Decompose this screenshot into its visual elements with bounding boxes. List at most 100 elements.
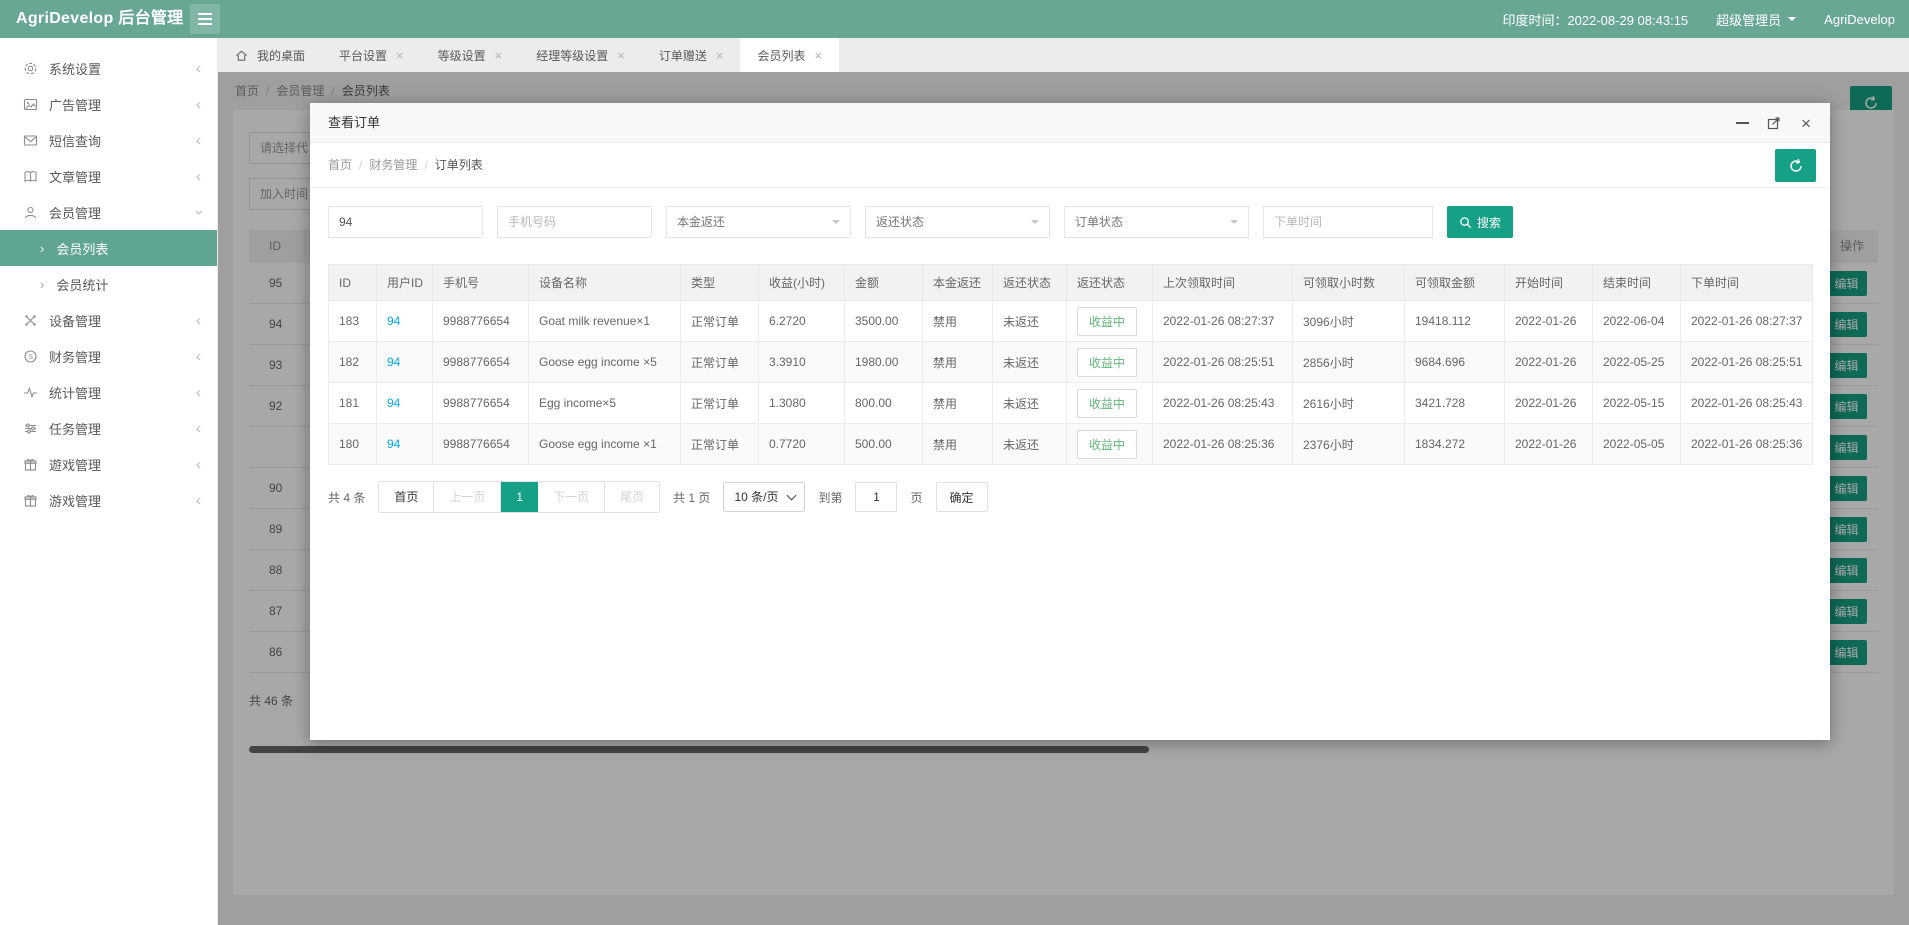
- prev-page-button[interactable]: 上一页: [434, 482, 501, 512]
- user-id-link[interactable]: 94: [387, 396, 400, 410]
- user-id-link[interactable]: 94: [387, 314, 400, 328]
- tab-close-icon[interactable]: ×: [495, 48, 503, 63]
- maximize-button[interactable]: [1766, 115, 1782, 131]
- per-page-select[interactable]: 10 条/页: [723, 482, 805, 512]
- server-time: 印度时间：2022-08-29 08:43:15: [1502, 10, 1688, 29]
- cell-amount: 1980.00: [845, 342, 923, 383]
- sidebar-item-article-management[interactable]: 文章管理 ‹: [0, 158, 217, 194]
- user-id-input[interactable]: [328, 206, 483, 238]
- tab-platform-settings[interactable]: 平台设置 ×: [322, 38, 421, 72]
- search-icon: [1459, 216, 1472, 229]
- status-button[interactable]: 收益中: [1077, 389, 1137, 418]
- col-device: 设备名称: [529, 265, 681, 301]
- confirm-button[interactable]: 确定: [936, 482, 988, 512]
- coin-icon: S: [22, 348, 38, 364]
- order-time-input[interactable]: [1263, 206, 1433, 238]
- col-last-claim: 上次领取时间: [1153, 265, 1293, 301]
- cell-id: 181: [329, 383, 377, 424]
- cell-amount: 3500.00: [845, 301, 923, 342]
- breadcrumb-home[interactable]: 首页: [328, 158, 352, 172]
- col-phone: 手机号: [433, 265, 529, 301]
- cell-return-status: 未返还: [993, 383, 1067, 424]
- cell-principal: 禁用: [923, 424, 993, 465]
- chevron-right-icon: ›: [40, 277, 44, 292]
- gift-icon: [22, 456, 38, 472]
- user-icon: [22, 204, 38, 220]
- user-id-link[interactable]: 94: [387, 355, 400, 369]
- admin-role-dropdown[interactable]: 超级管理员: [1716, 10, 1796, 29]
- sidebar-item-member-management[interactable]: 会员管理 ‹: [0, 194, 217, 230]
- sidebar-item-ads-management[interactable]: 广告管理 ‹: [0, 86, 217, 122]
- cell-last-claim: 2022-01-26 08:25:43: [1153, 383, 1293, 424]
- sidebar-item-task-management[interactable]: 任务管理 ‹: [0, 410, 217, 446]
- cell-type: 正常订单: [681, 342, 759, 383]
- refresh-button[interactable]: [1775, 149, 1816, 182]
- principal-return-select[interactable]: 本金返还: [666, 206, 851, 238]
- cell-end: 2022-05-15: [1593, 383, 1681, 424]
- order-modal: 查看订单 × 首页/财务管理/订单列表: [310, 103, 1830, 740]
- sliders-icon: [22, 420, 38, 436]
- cell-return-status: 未返还: [993, 301, 1067, 342]
- cell-end: 2022-05-05: [1593, 424, 1681, 465]
- sidebar-item-member-list[interactable]: › 会员列表: [0, 230, 217, 266]
- pulse-icon: [22, 384, 38, 400]
- close-icon: ×: [1801, 115, 1811, 132]
- cell-id: 182: [329, 342, 377, 383]
- next-page-button[interactable]: 下一页: [538, 482, 605, 512]
- cell-principal: 禁用: [923, 301, 993, 342]
- col-income: 收益(小时): [759, 265, 845, 301]
- sidebar-item-game-management-1[interactable]: 遊戏管理 ‹: [0, 446, 217, 482]
- col-end: 结束时间: [1593, 265, 1681, 301]
- tab-member-list[interactable]: 会员列表 ×: [740, 38, 839, 72]
- chevron-left-icon: ‹: [196, 421, 201, 436]
- sidebar-item-statistics-management[interactable]: 统计管理 ‹: [0, 374, 217, 410]
- cell-claimable-amount: 9684.696: [1405, 342, 1505, 383]
- status-button[interactable]: 收益中: [1077, 430, 1137, 459]
- col-order-time: 下单时间: [1681, 265, 1813, 301]
- order-status-select[interactable]: 订单状态: [1064, 206, 1249, 238]
- caret-down-icon: [1788, 17, 1796, 25]
- user-id-link[interactable]: 94: [387, 437, 400, 451]
- chevron-right-icon: ›: [40, 241, 44, 256]
- sidebar-item-system-settings[interactable]: 系统设置 ‹: [0, 50, 217, 86]
- sidebar-item-member-stats[interactable]: › 会员统计: [0, 266, 217, 302]
- sidebar-item-sms-query[interactable]: 短信查询 ‹: [0, 122, 217, 158]
- cell-phone: 9988776654: [433, 301, 529, 342]
- last-page-button[interactable]: 尾页: [605, 482, 659, 512]
- svg-text:S: S: [27, 352, 32, 361]
- tab-desktop[interactable]: 我的桌面: [218, 38, 322, 72]
- cell-return-status: 未返还: [993, 424, 1067, 465]
- sidebar-item-device-management[interactable]: 设备管理 ‹: [0, 302, 217, 338]
- tab-manager-level-settings[interactable]: 经理等级设置 ×: [519, 38, 642, 72]
- tab-level-settings[interactable]: 等级设置 ×: [421, 38, 520, 72]
- chevron-left-icon: ‹: [196, 349, 201, 364]
- tab-close-icon[interactable]: ×: [814, 48, 822, 63]
- minimize-button[interactable]: [1734, 115, 1750, 131]
- goto-page-input[interactable]: [855, 482, 897, 512]
- return-status-select[interactable]: 返还状态: [865, 206, 1050, 238]
- sidebar-toggle-button[interactable]: [190, 4, 220, 34]
- breadcrumb-finance[interactable]: 财务管理: [369, 158, 417, 172]
- status-button[interactable]: 收益中: [1077, 307, 1137, 336]
- gear-icon: [22, 60, 38, 76]
- chevron-left-icon: ‹: [196, 97, 201, 112]
- topbar-right: 印度时间：2022-08-29 08:43:15 超级管理员 AgriDevel…: [1502, 0, 1895, 38]
- cell-type: 正常订单: [681, 301, 759, 342]
- tab-close-icon[interactable]: ×: [716, 48, 724, 63]
- tab-close-icon[interactable]: ×: [396, 48, 404, 63]
- close-button[interactable]: ×: [1798, 115, 1814, 131]
- tab-order-gift[interactable]: 订单赠送 ×: [642, 38, 741, 72]
- brand-title: AgriDevelop 后台管理: [16, 0, 184, 38]
- status-button[interactable]: 收益中: [1077, 348, 1137, 377]
- col-principal: 本金返还: [923, 265, 993, 301]
- sidebar-item-finance-management[interactable]: S 财务管理 ‹: [0, 338, 217, 374]
- tab-close-icon[interactable]: ×: [617, 48, 625, 63]
- cell-device: Egg income×5: [529, 383, 681, 424]
- order-row: 182 94 9988776654 Goose egg income ×5 正常…: [329, 342, 1813, 383]
- search-button[interactable]: 搜索: [1447, 206, 1513, 238]
- current-page[interactable]: 1: [501, 482, 538, 512]
- order-row: 183 94 9988776654 Goat milk revenue×1 正常…: [329, 301, 1813, 342]
- first-page-button[interactable]: 首页: [379, 482, 434, 512]
- phone-input[interactable]: [497, 206, 652, 238]
- sidebar-item-game-management-2[interactable]: 游戏管理 ‹: [0, 482, 217, 518]
